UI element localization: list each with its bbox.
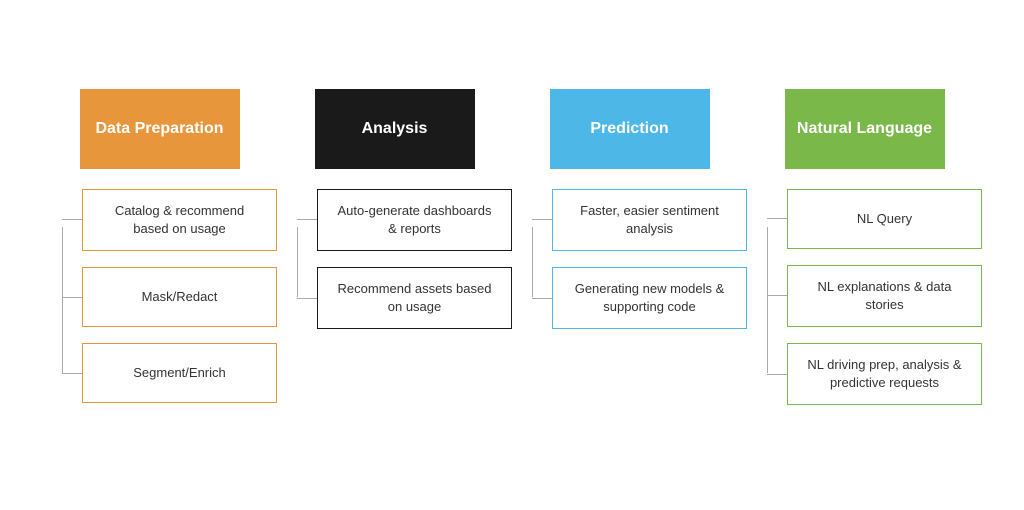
list-item: NL Query xyxy=(787,189,982,249)
header-data-preparation: Data Preparation xyxy=(80,89,240,169)
column-prediction: Prediction Faster, easier sentiment analy… xyxy=(512,89,747,346)
item-row: Auto-generate dashboards & reports xyxy=(297,189,512,251)
items-wrap-data-preparation: Catalog & recommend based on usage Mask/R… xyxy=(42,189,277,419)
diagram: Data Preparation Catalog & recommend base… xyxy=(32,69,992,442)
item-row: NL driving prep, analysis & predictive r… xyxy=(767,343,982,405)
column-data-preparation: Data Preparation Catalog & recommend base… xyxy=(42,89,277,419)
column-analysis: Analysis Auto-generate dashboards & repor… xyxy=(277,89,512,346)
item-row: Recommend assets based on usage xyxy=(297,267,512,329)
item-row: Faster, easier sentiment analysis xyxy=(532,189,747,251)
column-natural-language: Natural Language NL Query NL explanations … xyxy=(747,89,982,422)
header-prediction: Prediction xyxy=(550,89,710,169)
connector-line xyxy=(767,295,787,296)
item-row: Mask/Redact xyxy=(62,267,277,327)
list-item: Segment/Enrich xyxy=(82,343,277,403)
connector-line xyxy=(297,219,317,220)
items-wrap-analysis: Auto-generate dashboards & reports Recomm… xyxy=(277,189,512,346)
connector-line xyxy=(532,219,552,220)
connector-line xyxy=(297,298,317,299)
item-row: Catalog & recommend based on usage xyxy=(62,189,277,251)
item-row: Segment/Enrich xyxy=(62,343,277,403)
connector-line xyxy=(62,373,82,374)
connector-line xyxy=(532,298,552,299)
list-item: Generating new models & supporting code xyxy=(552,267,747,329)
item-row: Generating new models & supporting code xyxy=(532,267,747,329)
connector-line xyxy=(62,219,82,220)
header-analysis: Analysis xyxy=(315,89,475,169)
header-natural-language: Natural Language xyxy=(785,89,945,169)
connector-line xyxy=(62,297,82,298)
list-item: Catalog & recommend based on usage xyxy=(82,189,277,251)
connector-line xyxy=(767,218,787,219)
list-item: Auto-generate dashboards & reports xyxy=(317,189,512,251)
item-row: NL explanations & data stories xyxy=(767,265,982,327)
items-wrap-prediction: Faster, easier sentiment analysis Generat… xyxy=(512,189,747,346)
items-wrap-natural-language: NL Query NL explanations & data stories NL… xyxy=(747,189,982,422)
list-item: NL driving prep, analysis & predictive r… xyxy=(787,343,982,405)
list-item: NL explanations & data stories xyxy=(787,265,982,327)
item-row: NL Query xyxy=(767,189,982,249)
list-item: Mask/Redact xyxy=(82,267,277,327)
connector-line xyxy=(767,374,787,375)
list-item: Faster, easier sentiment analysis xyxy=(552,189,747,251)
list-item: Recommend assets based on usage xyxy=(317,267,512,329)
